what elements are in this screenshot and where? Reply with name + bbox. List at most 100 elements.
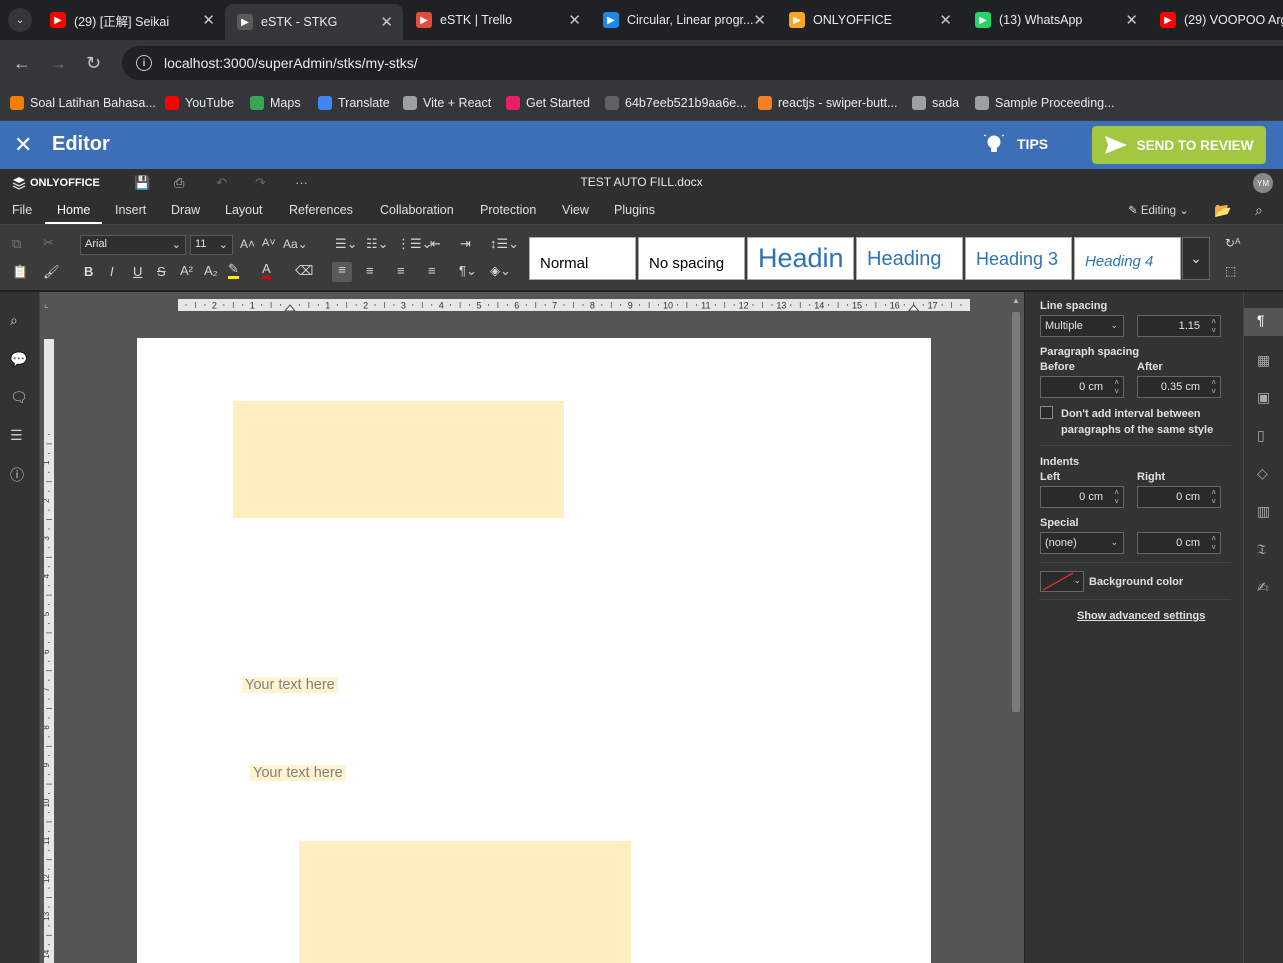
- navigation-icon[interactable]: ☰: [10, 427, 23, 444]
- spinner-icon[interactable]: ˄ ˅: [1211, 488, 1216, 506]
- bookmark-item[interactable]: YouTube: [165, 92, 234, 114]
- tab-stop-selector[interactable]: ⌞: [44, 299, 54, 311]
- clear-style-icon[interactable]: ⌫: [295, 263, 313, 279]
- bookmark-item[interactable]: Maps: [250, 92, 301, 114]
- tab-collaboration[interactable]: Collaboration: [380, 203, 454, 217]
- reload-icon[interactable]: ↻: [86, 53, 101, 74]
- close-tab-icon[interactable]: ✕: [753, 11, 766, 29]
- close-tab-icon[interactable]: ✕: [568, 11, 581, 29]
- chat-icon[interactable]: 🗨: [10, 389, 28, 406]
- forward-arrow-icon[interactable]: →: [49, 53, 67, 74]
- header-footer-icon[interactable]: ▯: [1257, 427, 1265, 444]
- about-icon[interactable]: ⓘ: [10, 465, 24, 485]
- spinner-icon[interactable]: ˄ ˅: [1211, 378, 1216, 396]
- shape-settings-icon[interactable]: ◇: [1257, 465, 1268, 482]
- styles-expand-button[interactable]: ⌄: [1182, 237, 1210, 280]
- tab-insert[interactable]: Insert: [115, 203, 146, 217]
- align-center-icon[interactable]: ≡: [366, 263, 374, 278]
- tab-home[interactable]: Home: [57, 203, 90, 217]
- font-size-select[interactable]: 11 ⌄: [190, 235, 233, 255]
- close-tab-icon[interactable]: ✕: [1125, 11, 1138, 29]
- tab-plugins[interactable]: Plugins: [614, 203, 655, 217]
- url-input[interactable]: i localhost:3000/superAdmin/stks/my-stks…: [122, 46, 1283, 80]
- image-placeholder-shape[interactable]: [233, 401, 564, 518]
- style-preset[interactable]: No spacing: [638, 237, 745, 280]
- style-preset[interactable]: Heading 4: [1074, 237, 1181, 280]
- strikethrough-icon[interactable]: S: [157, 264, 166, 279]
- chart-settings-icon[interactable]: ▥: [1257, 503, 1270, 520]
- search-icon[interactable]: ⌕: [10, 312, 18, 329]
- copy-icon[interactable]: ⧉: [12, 236, 21, 252]
- decrease-indent-icon[interactable]: ⇤: [430, 236, 441, 252]
- browser-tab[interactable]: ▶ (29) [正解] Seikai ✕: [38, 0, 225, 40]
- browser-tab[interactable]: ▶ (29) VOOPOO Argus: [1148, 0, 1283, 40]
- subscript-icon[interactable]: A₂: [204, 263, 218, 278]
- highlight-icon[interactable]: ✎: [228, 262, 239, 279]
- browser-tab[interactable]: ▶ (13) WhatsApp ✕: [963, 0, 1148, 40]
- background-color-picker[interactable]: ⌄: [1040, 571, 1084, 592]
- close-editor-icon[interactable]: ✕: [14, 132, 32, 158]
- image-placeholder-shape[interactable]: [299, 841, 631, 963]
- indent-right-input[interactable]: 0 cm ˄ ˅: [1137, 486, 1221, 508]
- select-all-icon[interactable]: ⬚: [1225, 264, 1236, 278]
- tab-protection[interactable]: Protection: [480, 203, 536, 217]
- scroll-up-icon[interactable]: ▲: [1012, 296, 1020, 305]
- increase-font-icon[interactable]: A˄: [240, 237, 255, 251]
- align-left-icon[interactable]: ≡: [332, 262, 352, 282]
- shading-icon[interactable]: ◈⌄: [490, 263, 511, 279]
- search-icon[interactable]: ⌕: [1255, 202, 1263, 219]
- bookmark-item[interactable]: sada: [912, 92, 959, 114]
- open-file-location-icon[interactable]: 📂: [1214, 202, 1231, 219]
- style-preset[interactable]: Normal: [529, 237, 636, 280]
- text-placeholder[interactable]: Your text here: [250, 765, 346, 781]
- special-indent-select[interactable]: (none) ⌄: [1040, 532, 1124, 554]
- multilevel-list-icon[interactable]: ⋮☰⌄: [397, 236, 433, 252]
- style-preset[interactable]: Heading 3: [965, 237, 1072, 280]
- signature-settings-icon[interactable]: ✍: [1257, 579, 1269, 596]
- horizontal-ruler[interactable]: 2 1 1 2 3 4 5 6 7 8 9 10 11 12 13 14 15 16 17: [178, 299, 970, 311]
- url-text[interactable]: localhost:3000/superAdmin/stks/my-stks/: [164, 55, 418, 71]
- bold-icon[interactable]: B: [84, 264, 93, 279]
- replace-icon[interactable]: ↻ᴬ: [1225, 236, 1241, 250]
- bookmark-item[interactable]: Translate: [318, 92, 390, 114]
- bookmark-item[interactable]: Sample Proceeding...: [975, 92, 1115, 114]
- site-info-icon[interactable]: i: [136, 55, 152, 71]
- nonprinting-characters-icon[interactable]: ¶⌄: [459, 263, 477, 279]
- tips-button[interactable]: TIPS: [983, 133, 1048, 155]
- style-preset[interactable]: Headin: [747, 237, 854, 280]
- paragraph-settings-icon[interactable]: ¶: [1257, 312, 1265, 328]
- close-tab-icon[interactable]: ✕: [939, 11, 952, 29]
- indent-marker[interactable]: [284, 304, 296, 311]
- scrollbar-thumb[interactable]: [1012, 312, 1020, 712]
- cut-icon[interactable]: ✂: [43, 235, 54, 251]
- font-color-icon[interactable]: A: [262, 262, 271, 279]
- tab-search-button[interactable]: ⌄: [8, 8, 32, 32]
- superscript-icon[interactable]: A²: [180, 263, 193, 278]
- numbering-icon[interactable]: ☷⌄: [366, 236, 389, 252]
- increase-indent-icon[interactable]: ⇥: [460, 236, 471, 252]
- decrease-font-icon[interactable]: A˅: [262, 237, 276, 249]
- line-spacing-mode-select[interactable]: Multiple ⌄: [1040, 315, 1124, 337]
- back-arrow-icon[interactable]: ←: [13, 53, 31, 74]
- text-placeholder[interactable]: Your text here: [242, 677, 338, 693]
- align-right-icon[interactable]: ≡: [397, 263, 405, 278]
- dont-add-interval-checkbox[interactable]: [1040, 406, 1053, 419]
- show-advanced-settings-link[interactable]: Show advanced settings: [1077, 610, 1205, 622]
- vertical-ruler[interactable]: 1234567891011121314: [44, 339, 54, 963]
- vertical-scrollbar[interactable]: ▲: [1009, 292, 1023, 963]
- bullets-icon[interactable]: ☰⌄: [335, 236, 358, 252]
- bookmark-item[interactable]: reactjs - swiper-butt...: [758, 92, 897, 114]
- browser-tab[interactable]: ▶ Circular, Linear progr... ✕: [591, 0, 776, 40]
- browser-tab[interactable]: ▶ eSTK | Trello ✕: [404, 0, 591, 40]
- underline-icon[interactable]: U: [133, 264, 142, 279]
- font-name-select[interactable]: Arial ⌄: [80, 235, 186, 255]
- browser-tab[interactable]: ▶ ONLYOFFICE ✕: [777, 0, 962, 40]
- line-spacing-icon[interactable]: ↕☰⌄: [490, 236, 519, 252]
- send-to-review-button[interactable]: SEND TO REVIEW: [1092, 126, 1266, 164]
- editing-mode-dropdown[interactable]: ✎ Editing ⌄: [1128, 203, 1189, 217]
- italic-icon[interactable]: I: [110, 264, 114, 279]
- spinner-icon[interactable]: ˄ ˅: [1114, 378, 1119, 396]
- spinner-icon[interactable]: ˄ ˅: [1114, 488, 1119, 506]
- image-settings-icon[interactable]: ▣: [1257, 389, 1270, 406]
- bookmark-item[interactable]: Get Started: [506, 92, 590, 114]
